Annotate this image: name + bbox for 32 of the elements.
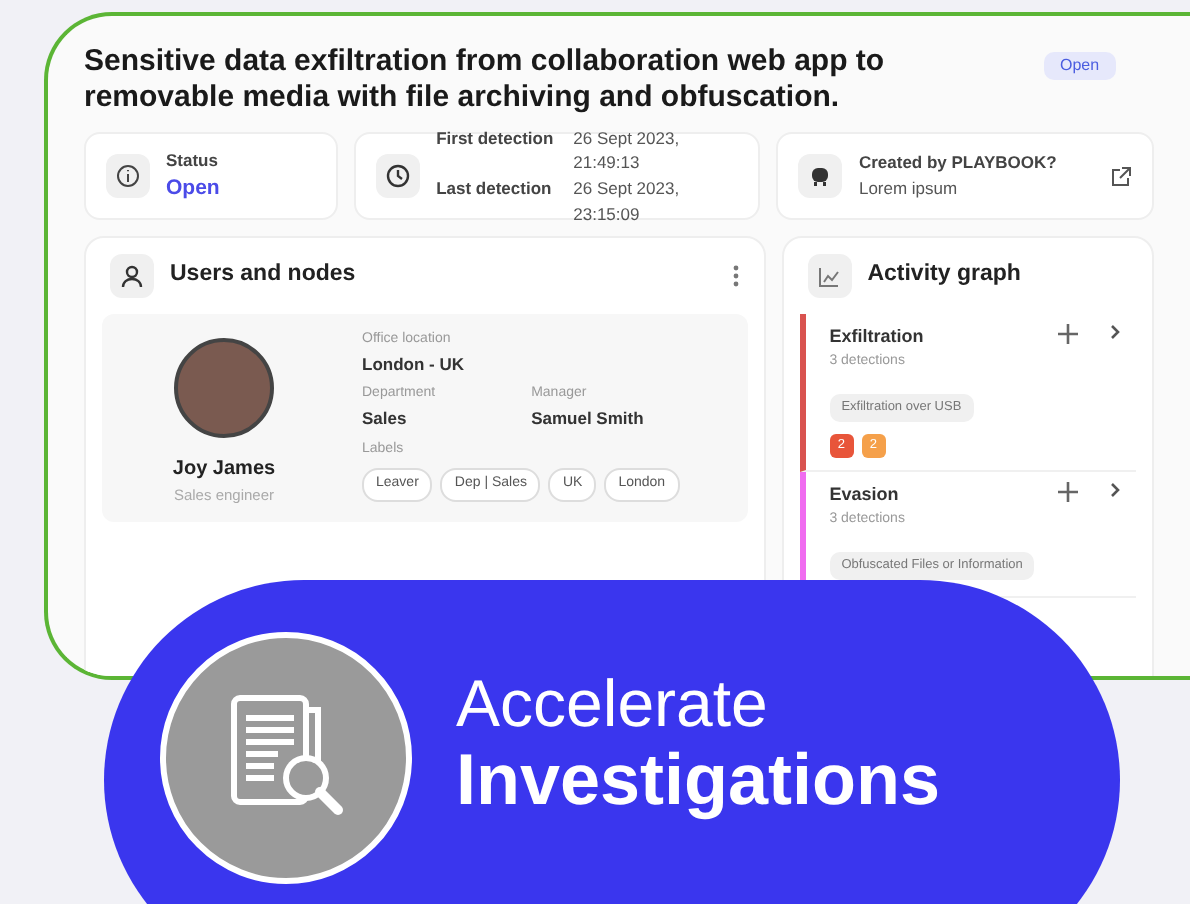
- panel-title: Users and nodes: [170, 260, 358, 291]
- chevron-icon[interactable]: [1110, 324, 1120, 340]
- plus-icon[interactable]: [1058, 324, 1078, 344]
- detection-label: First detection: [436, 125, 554, 151]
- case-title: Sensitive data exfiltration from collaboration web app to removable media with file archiving and obfuscation.: [84, 44, 887, 116]
- robot-icon: [798, 154, 843, 198]
- external-link-icon[interactable]: [1110, 165, 1132, 187]
- info-label: Status: [166, 147, 220, 173]
- status-badge: Open: [1044, 52, 1116, 80]
- detection-time: 26 Sept 2023, 21:49:13: [573, 125, 682, 176]
- info-value: Lorem ipsum: [858, 176, 960, 202]
- field-value: Samuel Smith: [531, 405, 644, 431]
- banner-heading: Investigations: [456, 740, 941, 820]
- field-value: London - UK: [362, 351, 466, 377]
- panel-title: Activity graph: [867, 260, 1021, 291]
- category-name: Evasion: [829, 482, 901, 508]
- field-value: Sales: [362, 405, 409, 431]
- user-icon: [110, 254, 154, 298]
- detection-time: 26 Sept 2023, 23:15:09: [573, 176, 682, 227]
- avatar-placeholder: [174, 338, 274, 438]
- category-name: Exfiltration: [829, 324, 926, 350]
- info-icon: [106, 154, 150, 198]
- more-icon[interactable]: [731, 264, 740, 288]
- user-name: Joy James: [172, 455, 276, 484]
- chevron-icon[interactable]: [1110, 482, 1120, 498]
- detection-label: Last detection: [436, 176, 554, 202]
- clock-icon: [376, 154, 421, 198]
- chart-icon: [807, 254, 852, 298]
- info-value: Open: [166, 173, 222, 203]
- info-label: Created by PLAYBOOK?: [858, 150, 1059, 176]
- banner-heading: Accelerate: [456, 668, 770, 741]
- plus-icon[interactable]: [1058, 482, 1078, 502]
